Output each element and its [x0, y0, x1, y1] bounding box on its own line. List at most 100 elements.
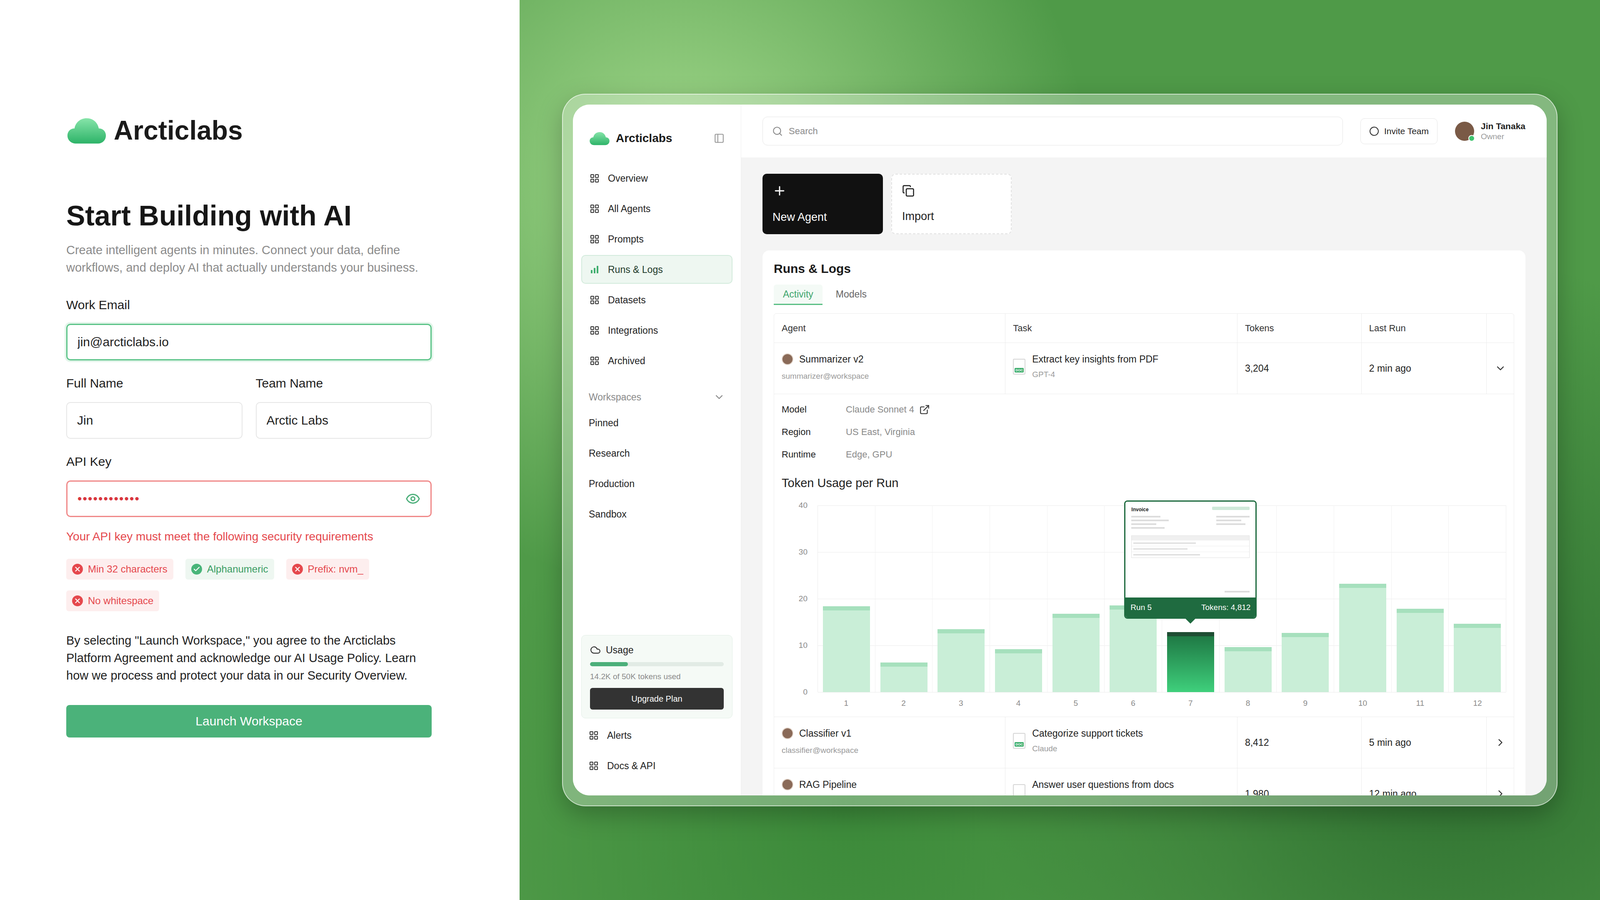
y-tick: 30 — [798, 547, 808, 558]
text-input[interactable] — [266, 403, 422, 438]
x-tick: 8 — [1219, 697, 1277, 710]
requirement-label: No whitespace — [87, 594, 154, 608]
tooltip-reading: Tokens: 4,812 — [1201, 602, 1251, 613]
bar-slot — [1333, 505, 1392, 693]
run-row[interactable]: Summarizer v2summarizer@workspaceDOCExtr… — [774, 342, 1514, 717]
nav-item[interactable]: Archived — [581, 346, 733, 375]
brand-logo: Arcticlabs — [66, 116, 432, 145]
run-row[interactable]: RAG Pipeline Answer user questions from d… — [774, 767, 1514, 796]
plus-icon — [772, 183, 787, 198]
bar[interactable] — [1281, 632, 1329, 693]
nav-item[interactable]: All Agents — [581, 194, 733, 223]
bar[interactable] — [880, 662, 928, 693]
signup-subtitle: Create intelligent agents in minutes. Co… — [66, 241, 432, 277]
bar[interactable] — [995, 649, 1043, 693]
chevron-down-icon — [1494, 362, 1507, 375]
eye-icon — [405, 491, 421, 507]
text-input[interactable] — [77, 482, 401, 516]
bar[interactable] — [822, 606, 870, 693]
external-link-icon[interactable] — [919, 404, 930, 415]
form-field: Full Name — [66, 375, 243, 439]
runs-panel: Runs & LogsActivityModelsAgentTaskTokens… — [762, 250, 1526, 796]
token-chart: Token Usage per Run403020100InvoiceRun 5… — [781, 465, 1507, 710]
form-field: API Key — [66, 454, 432, 518]
text-input[interactable] — [77, 403, 232, 438]
x-tick: 6 — [1104, 697, 1163, 710]
bar[interactable] — [1339, 583, 1387, 693]
workspaces-header[interactable]: Workspaces — [581, 386, 733, 408]
launch-workspace-button[interactable]: Launch Workspace — [66, 705, 432, 738]
bar-chart-icon — [589, 264, 600, 275]
tooltip-footer: Run 5 Tokens: 4,812 — [1125, 597, 1256, 618]
workspace-item[interactable]: Production — [581, 468, 733, 499]
column-header: Tokens — [1237, 313, 1362, 343]
bar[interactable] — [1052, 613, 1100, 693]
user-avatar — [1455, 121, 1475, 141]
app-window: Arcticlabs Overview All Agents PromptsRuns … — [572, 104, 1547, 796]
nav-label: Integrations — [607, 324, 658, 337]
task-cell: DOCCategorize support ticketsClaude — [1005, 717, 1238, 768]
nav-item[interactable]: Alerts — [581, 720, 733, 751]
nav-item[interactable]: Prompts — [581, 224, 733, 254]
action-card[interactable]: New Agent — [762, 173, 883, 235]
text-input[interactable] — [77, 325, 421, 359]
sidebar-logo: Arcticlabs — [589, 130, 673, 146]
bar[interactable] — [1396, 608, 1444, 693]
user-name: Jin Tanaka — [1480, 120, 1526, 132]
detail-row: ModelClaude Sonnet 4 — [781, 398, 1507, 421]
nav-item[interactable]: Runs & Logs — [581, 255, 733, 284]
x-tick: 2 — [875, 697, 933, 710]
search-input[interactable] — [788, 125, 1334, 138]
grid-icon — [589, 234, 600, 245]
requirements-list: Min 32 charactersAlphanumericPrefix: nvm… — [66, 558, 432, 612]
bar[interactable] — [1224, 647, 1272, 693]
tab[interactable]: Activity — [773, 284, 823, 305]
nav-label: All Agents — [607, 202, 651, 215]
expand-cell[interactable] — [1486, 717, 1514, 768]
agent-name: RAG Pipeline — [799, 778, 857, 791]
run-row[interactable]: Classifier v1classifier@workspaceDOCCate… — [774, 716, 1514, 768]
column-header: Task — [1005, 313, 1238, 343]
grid-icon — [588, 730, 599, 741]
nav-item[interactable]: Datasets — [581, 285, 733, 315]
bar[interactable] — [1453, 623, 1501, 693]
nav-label: Datasets — [607, 293, 646, 307]
x-tick: 11 — [1391, 697, 1450, 710]
search-field[interactable] — [762, 116, 1343, 146]
sidebar: Arcticlabs Overview All Agents PromptsRuns … — [572, 104, 742, 796]
task-cell: Answer user questions from docs — [1005, 768, 1238, 796]
workspace-item[interactable]: Research — [581, 437, 733, 469]
requirement-chip: No whitespace — [66, 590, 160, 612]
agent-avatar — [781, 727, 794, 740]
tooltip-title: Run 5 — [1130, 602, 1152, 613]
workspace-item[interactable]: Pinned — [581, 407, 733, 438]
main-area: Invite Team Jin TanakaOwner New AgentImpor… — [741, 104, 1547, 796]
bar[interactable] — [937, 629, 985, 693]
agent-avatar — [781, 778, 794, 791]
usage-reading: 14.2K of 50K tokens used — [590, 671, 724, 683]
bar-slot — [1276, 505, 1334, 693]
action-card[interactable]: Import — [891, 173, 1012, 235]
error-message: Your API key must meet the following sec… — [66, 529, 432, 545]
upgrade-plan-button[interactable]: Upgrade Plan — [590, 687, 724, 710]
run-details: ModelClaude Sonnet 4RegionUS East, Virgi… — [774, 393, 1514, 717]
tab[interactable]: Models — [826, 284, 876, 305]
document-preview: Invoice — [1125, 501, 1256, 598]
collapse-sidebar-button[interactable] — [713, 132, 725, 144]
chart-tooltip: Invoice Run 5 Tokens: 4,812 — [1124, 500, 1257, 619]
user-profile[interactable]: Jin TanakaOwner — [1455, 120, 1526, 142]
nav-item[interactable]: Integrations — [581, 315, 733, 345]
expand-cell[interactable] — [1486, 768, 1514, 796]
bar[interactable]: InvoiceRun 5Tokens: 4,812 — [1167, 632, 1215, 693]
y-tick: 20 — [798, 593, 808, 604]
detail-label: Model — [781, 403, 846, 416]
expand-cell[interactable] — [1486, 342, 1514, 394]
circle-icon — [1369, 126, 1380, 137]
workspace-item[interactable]: Sandbox — [581, 498, 733, 530]
toggle-visibility-button[interactable] — [405, 491, 421, 507]
nav-item[interactable]: Docs & API — [581, 750, 733, 781]
nav-item[interactable]: Overview — [581, 163, 733, 193]
sidebar-brand: Arcticlabs — [581, 128, 733, 148]
invite-team-button[interactable]: Invite Team — [1360, 118, 1438, 145]
search-icon — [772, 125, 783, 137]
